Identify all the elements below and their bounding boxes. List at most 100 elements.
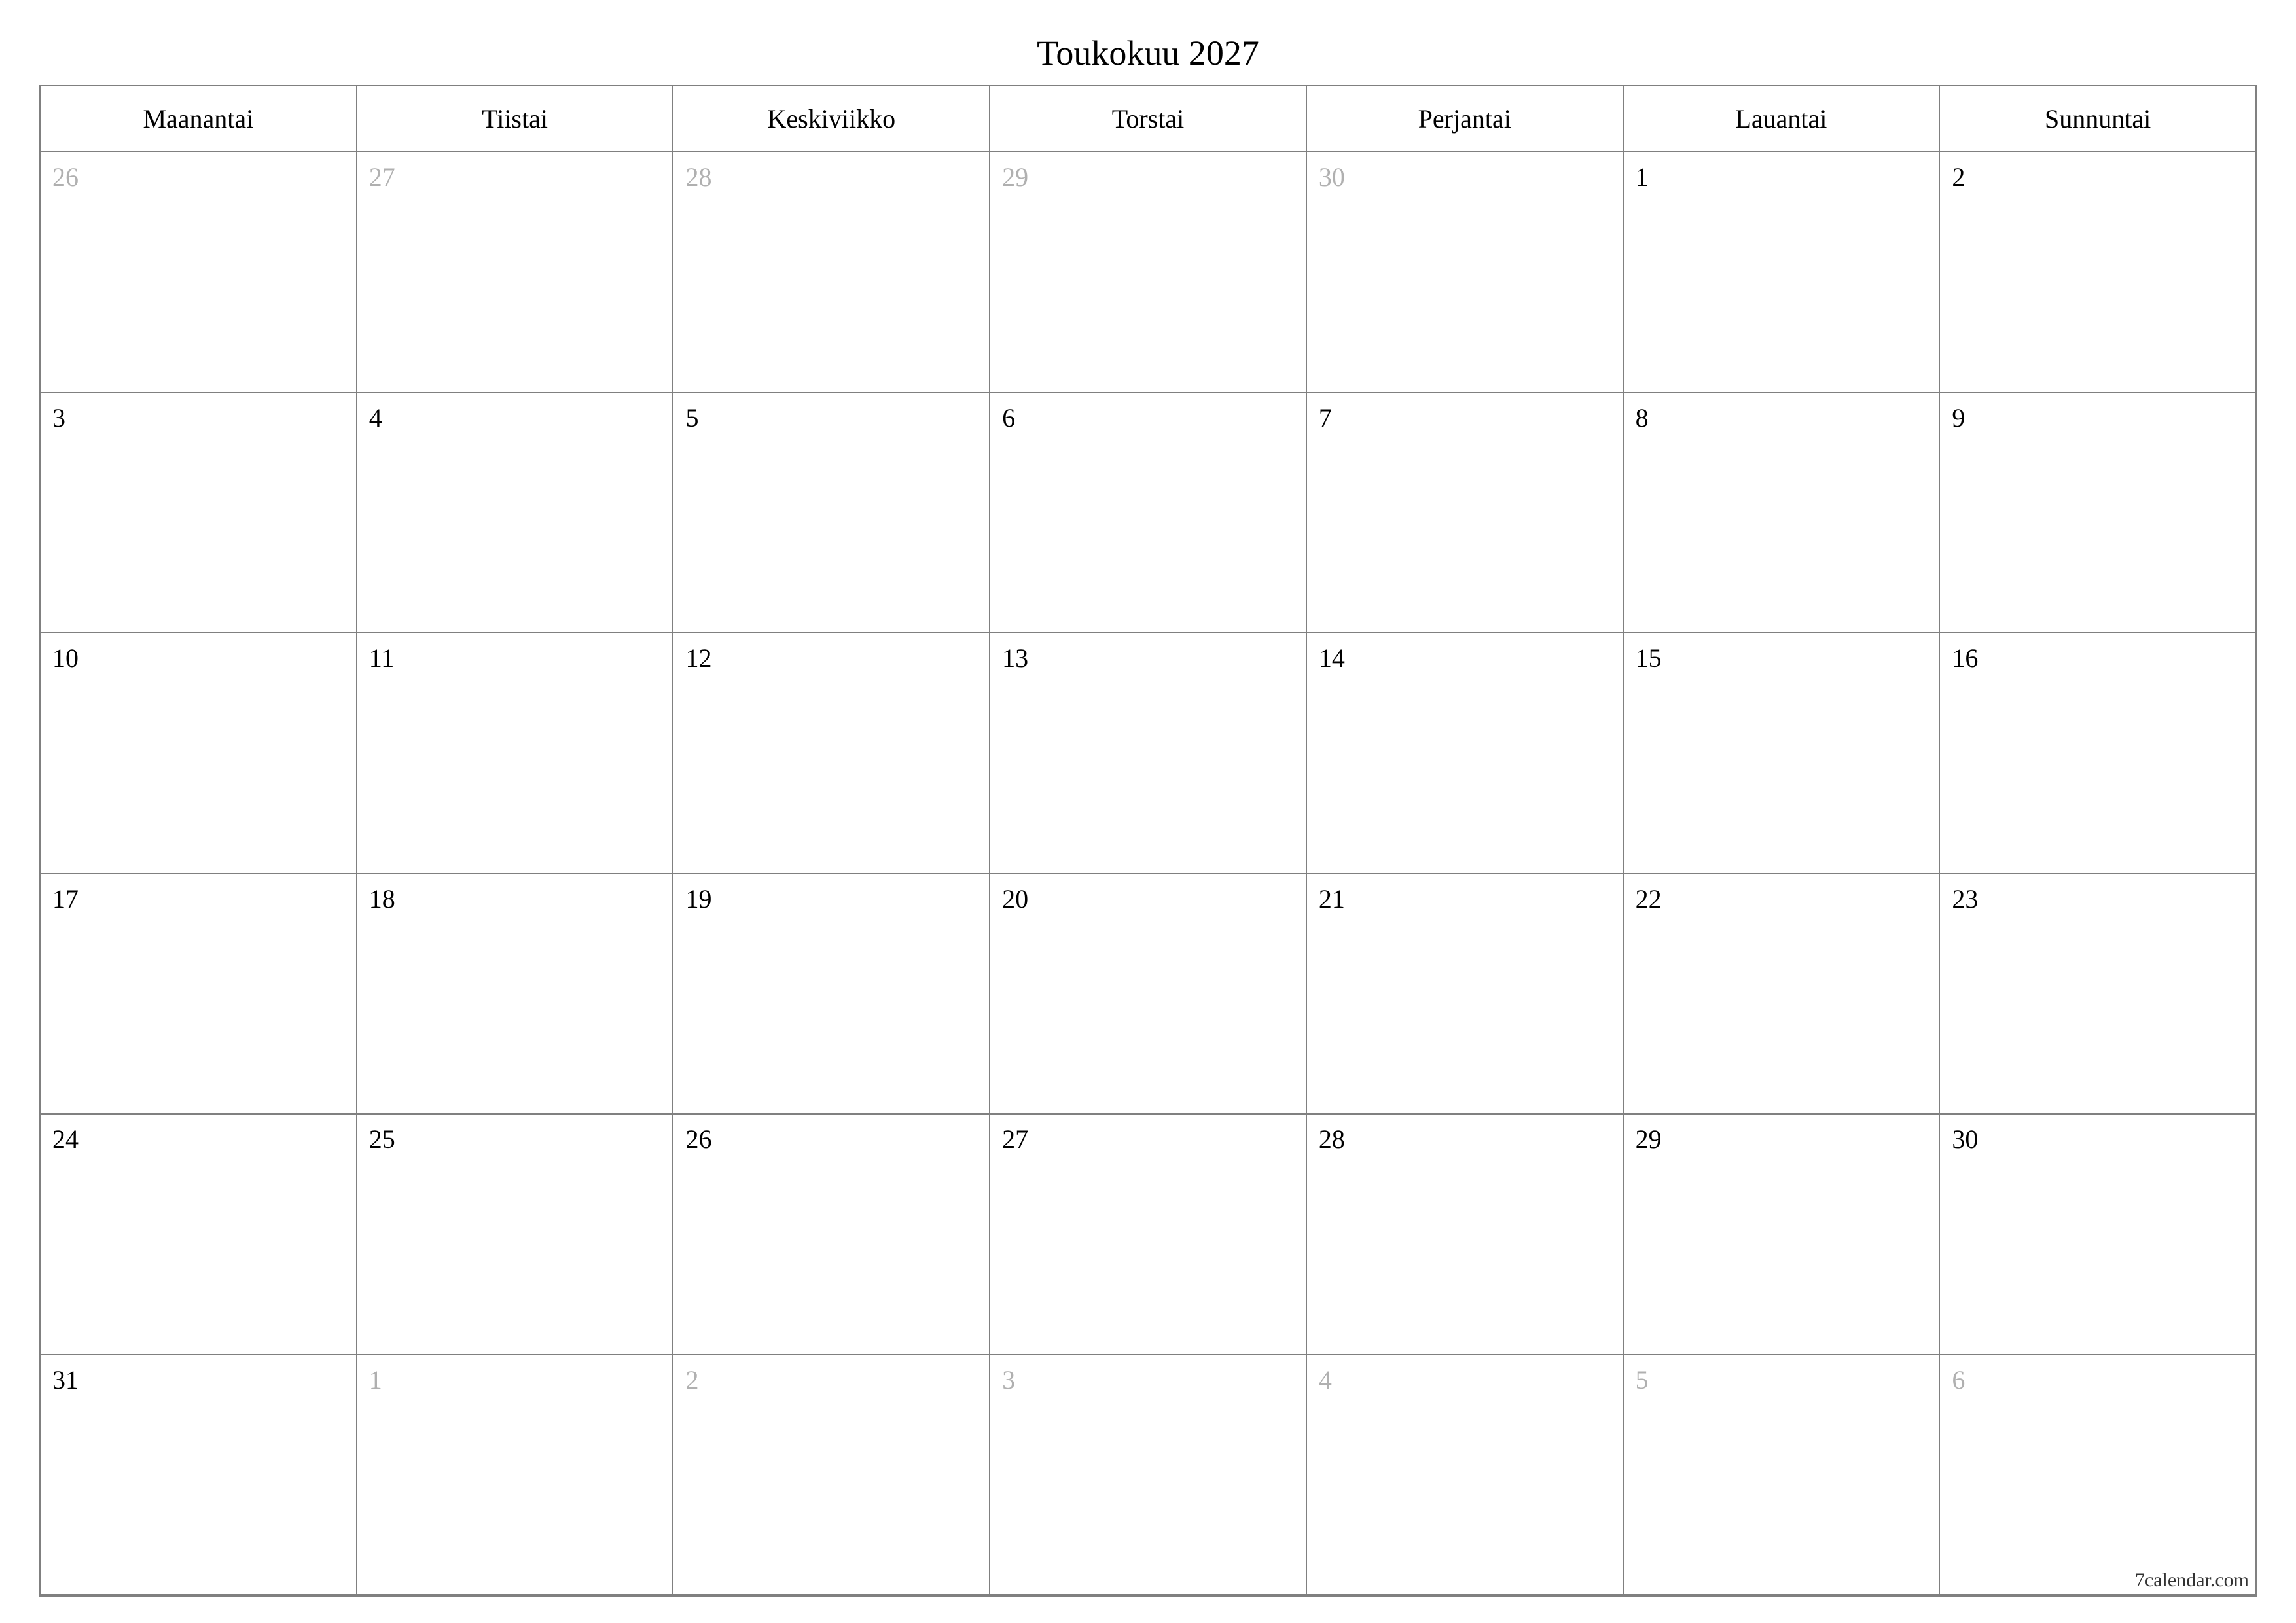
day-number: 15 <box>1636 643 1662 673</box>
week-row: 26 27 28 29 30 1 2 <box>41 152 2255 393</box>
day-cell: 5 <box>1624 1355 1941 1596</box>
day-number: 26 <box>52 162 79 192</box>
day-number: 16 <box>1952 643 1978 673</box>
week-row: 31 1 2 3 4 5 6 <box>41 1355 2255 1596</box>
week-row: 10 11 12 13 14 15 16 <box>41 633 2255 874</box>
day-number: 28 <box>1319 1124 1345 1154</box>
day-number: 9 <box>1952 403 1965 433</box>
day-cell: 20 <box>990 874 1307 1115</box>
day-cell: 7 <box>1307 393 1624 634</box>
weekday-header: Tiistai <box>357 86 674 152</box>
day-cell: 19 <box>673 874 990 1115</box>
day-number: 27 <box>369 162 395 192</box>
day-number: 13 <box>1002 643 1028 673</box>
day-number: 10 <box>52 643 79 673</box>
weekday-header: Sunnuntai <box>1940 86 2255 152</box>
day-cell: 28 <box>673 152 990 393</box>
day-number: 17 <box>52 884 79 914</box>
day-cell: 3 <box>41 393 357 634</box>
weekday-header: Maanantai <box>41 86 357 152</box>
day-cell: 15 <box>1624 633 1941 874</box>
day-number: 3 <box>1002 1365 1015 1395</box>
calendar-grid: Maanantai Tiistai Keskiviikko Torstai Pe… <box>39 85 2257 1597</box>
week-row: 24 25 26 27 28 29 30 <box>41 1115 2255 1355</box>
day-cell: 12 <box>673 633 990 874</box>
day-number: 12 <box>685 643 711 673</box>
calendar-title: Toukokuu 2027 <box>39 33 2257 73</box>
weekday-header: Keskiviikko <box>673 86 990 152</box>
day-number: 11 <box>369 643 395 673</box>
day-number: 28 <box>685 162 711 192</box>
day-number: 24 <box>52 1124 79 1154</box>
footer-credit: 7calendar.com <box>2135 1569 2249 1592</box>
weekday-header: Perjantai <box>1307 86 1624 152</box>
day-number: 6 <box>1002 403 1015 433</box>
day-cell: 3 <box>990 1355 1307 1596</box>
day-number: 29 <box>1636 1124 1662 1154</box>
day-cell: 30 <box>1940 1115 2255 1355</box>
day-cell: 1 <box>357 1355 674 1596</box>
day-cell: 26 <box>41 152 357 393</box>
day-cell: 29 <box>1624 1115 1941 1355</box>
day-number: 18 <box>369 884 395 914</box>
day-cell: 22 <box>1624 874 1941 1115</box>
day-cell: 2 <box>673 1355 990 1596</box>
day-number: 20 <box>1002 884 1028 914</box>
day-cell: 4 <box>357 393 674 634</box>
day-cell: 25 <box>357 1115 674 1355</box>
weekday-header-row: Maanantai Tiistai Keskiviikko Torstai Pe… <box>41 86 2255 152</box>
day-cell: 23 <box>1940 874 2255 1115</box>
weekday-header: Torstai <box>990 86 1307 152</box>
day-number: 29 <box>1002 162 1028 192</box>
day-cell: 31 <box>41 1355 357 1596</box>
day-number: 14 <box>1319 643 1345 673</box>
day-cell: 13 <box>990 633 1307 874</box>
day-number: 1 <box>1636 162 1649 192</box>
day-cell: 16 <box>1940 633 2255 874</box>
day-number: 22 <box>1636 884 1662 914</box>
day-number: 8 <box>1636 403 1649 433</box>
day-cell: 5 <box>673 393 990 634</box>
day-number: 4 <box>369 403 382 433</box>
day-cell: 9 <box>1940 393 2255 634</box>
day-number: 3 <box>52 403 65 433</box>
day-cell: 11 <box>357 633 674 874</box>
day-cell: 21 <box>1307 874 1624 1115</box>
day-cell: 29 <box>990 152 1307 393</box>
week-row: 17 18 19 20 21 22 23 <box>41 874 2255 1115</box>
day-cell: 26 <box>673 1115 990 1355</box>
day-number: 7 <box>1319 403 1332 433</box>
day-number: 2 <box>685 1365 698 1395</box>
day-number: 23 <box>1952 884 1978 914</box>
day-number: 5 <box>1636 1365 1649 1395</box>
day-cell: 2 <box>1940 152 2255 393</box>
day-cell: 14 <box>1307 633 1624 874</box>
day-cell: 27 <box>357 152 674 393</box>
day-cell: 30 <box>1307 152 1624 393</box>
day-cell: 17 <box>41 874 357 1115</box>
day-number: 30 <box>1319 162 1345 192</box>
day-number: 27 <box>1002 1124 1028 1154</box>
day-cell: 27 <box>990 1115 1307 1355</box>
day-number: 6 <box>1952 1365 1965 1395</box>
day-number: 31 <box>52 1365 79 1395</box>
day-number: 25 <box>369 1124 395 1154</box>
day-cell: 24 <box>41 1115 357 1355</box>
day-number: 1 <box>369 1365 382 1395</box>
day-number: 4 <box>1319 1365 1332 1395</box>
day-number: 26 <box>685 1124 711 1154</box>
day-cell: 10 <box>41 633 357 874</box>
day-number: 5 <box>685 403 698 433</box>
day-number: 30 <box>1952 1124 1978 1154</box>
weekday-header: Lauantai <box>1624 86 1941 152</box>
day-cell: 4 <box>1307 1355 1624 1596</box>
day-cell: 6 <box>990 393 1307 634</box>
day-number: 19 <box>685 884 711 914</box>
day-number: 2 <box>1952 162 1965 192</box>
day-number: 21 <box>1319 884 1345 914</box>
day-cell: 1 <box>1624 152 1941 393</box>
day-cell: 28 <box>1307 1115 1624 1355</box>
day-cell: 6 <box>1940 1355 2255 1596</box>
day-cell: 18 <box>357 874 674 1115</box>
day-cell: 8 <box>1624 393 1941 634</box>
